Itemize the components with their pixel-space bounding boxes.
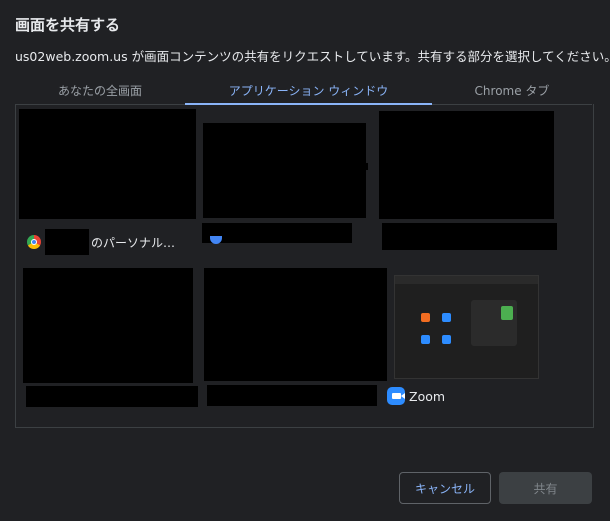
zoom-thumb-new-meeting-icon bbox=[421, 313, 430, 322]
zoom-thumb-titlebar bbox=[395, 276, 538, 284]
share-button[interactable]: 共有 bbox=[499, 472, 592, 504]
window-thumbnail bbox=[23, 268, 193, 383]
zoom-thumb-schedule-icon bbox=[421, 335, 430, 344]
zoom-thumb-join-icon bbox=[442, 313, 451, 322]
dialog-title: 画面を共有する bbox=[15, 16, 121, 34]
zoom-thumb-card-image bbox=[501, 306, 513, 320]
dialog-subtitle: us02web.zoom.us が画面コンテンツの共有をリクエストしています。共… bbox=[15, 49, 610, 64]
window-thumbnail bbox=[379, 111, 554, 219]
tab-bar: あなたの全画面 アプリケーション ウィンドウ Chrome タブ bbox=[15, 76, 592, 105]
window-label-text: のパーソナル… bbox=[91, 235, 176, 250]
window-tile-1[interactable]: のパーソナル… bbox=[19, 109, 199, 255]
redacted-label bbox=[202, 223, 352, 243]
tab-application-window[interactable]: アプリケーション ウィンドウ bbox=[185, 76, 432, 104]
window-tile-4[interactable] bbox=[22, 267, 202, 409]
window-tile-3[interactable] bbox=[378, 110, 558, 252]
tab-entire-screen[interactable]: あなたの全画面 bbox=[15, 76, 185, 104]
zoom-thumb-card bbox=[471, 300, 517, 346]
redacted-label bbox=[207, 385, 377, 406]
redacted-label bbox=[26, 386, 198, 407]
chrome-icon bbox=[27, 235, 41, 249]
tab-chrome-tab[interactable]: Chrome タブ bbox=[432, 76, 592, 104]
window-thumbnail bbox=[203, 123, 366, 218]
window-thumbnail bbox=[19, 109, 196, 219]
window-label: Zoom bbox=[387, 387, 445, 405]
cancel-button[interactable]: キャンセル bbox=[399, 472, 491, 504]
redacted-label bbox=[382, 223, 557, 250]
window-thumbnail-edge bbox=[365, 163, 368, 170]
window-thumbnail bbox=[204, 268, 387, 381]
zoom-thumb-share-icon bbox=[442, 335, 451, 344]
redacted-block bbox=[45, 229, 89, 255]
window-tile-5[interactable] bbox=[203, 267, 389, 409]
window-label-text: Zoom bbox=[409, 388, 446, 404]
window-label: のパーソナル… bbox=[27, 229, 175, 255]
window-tile-2[interactable] bbox=[202, 122, 372, 247]
zoom-window-thumbnail bbox=[394, 275, 539, 379]
zoom-icon bbox=[387, 387, 405, 405]
